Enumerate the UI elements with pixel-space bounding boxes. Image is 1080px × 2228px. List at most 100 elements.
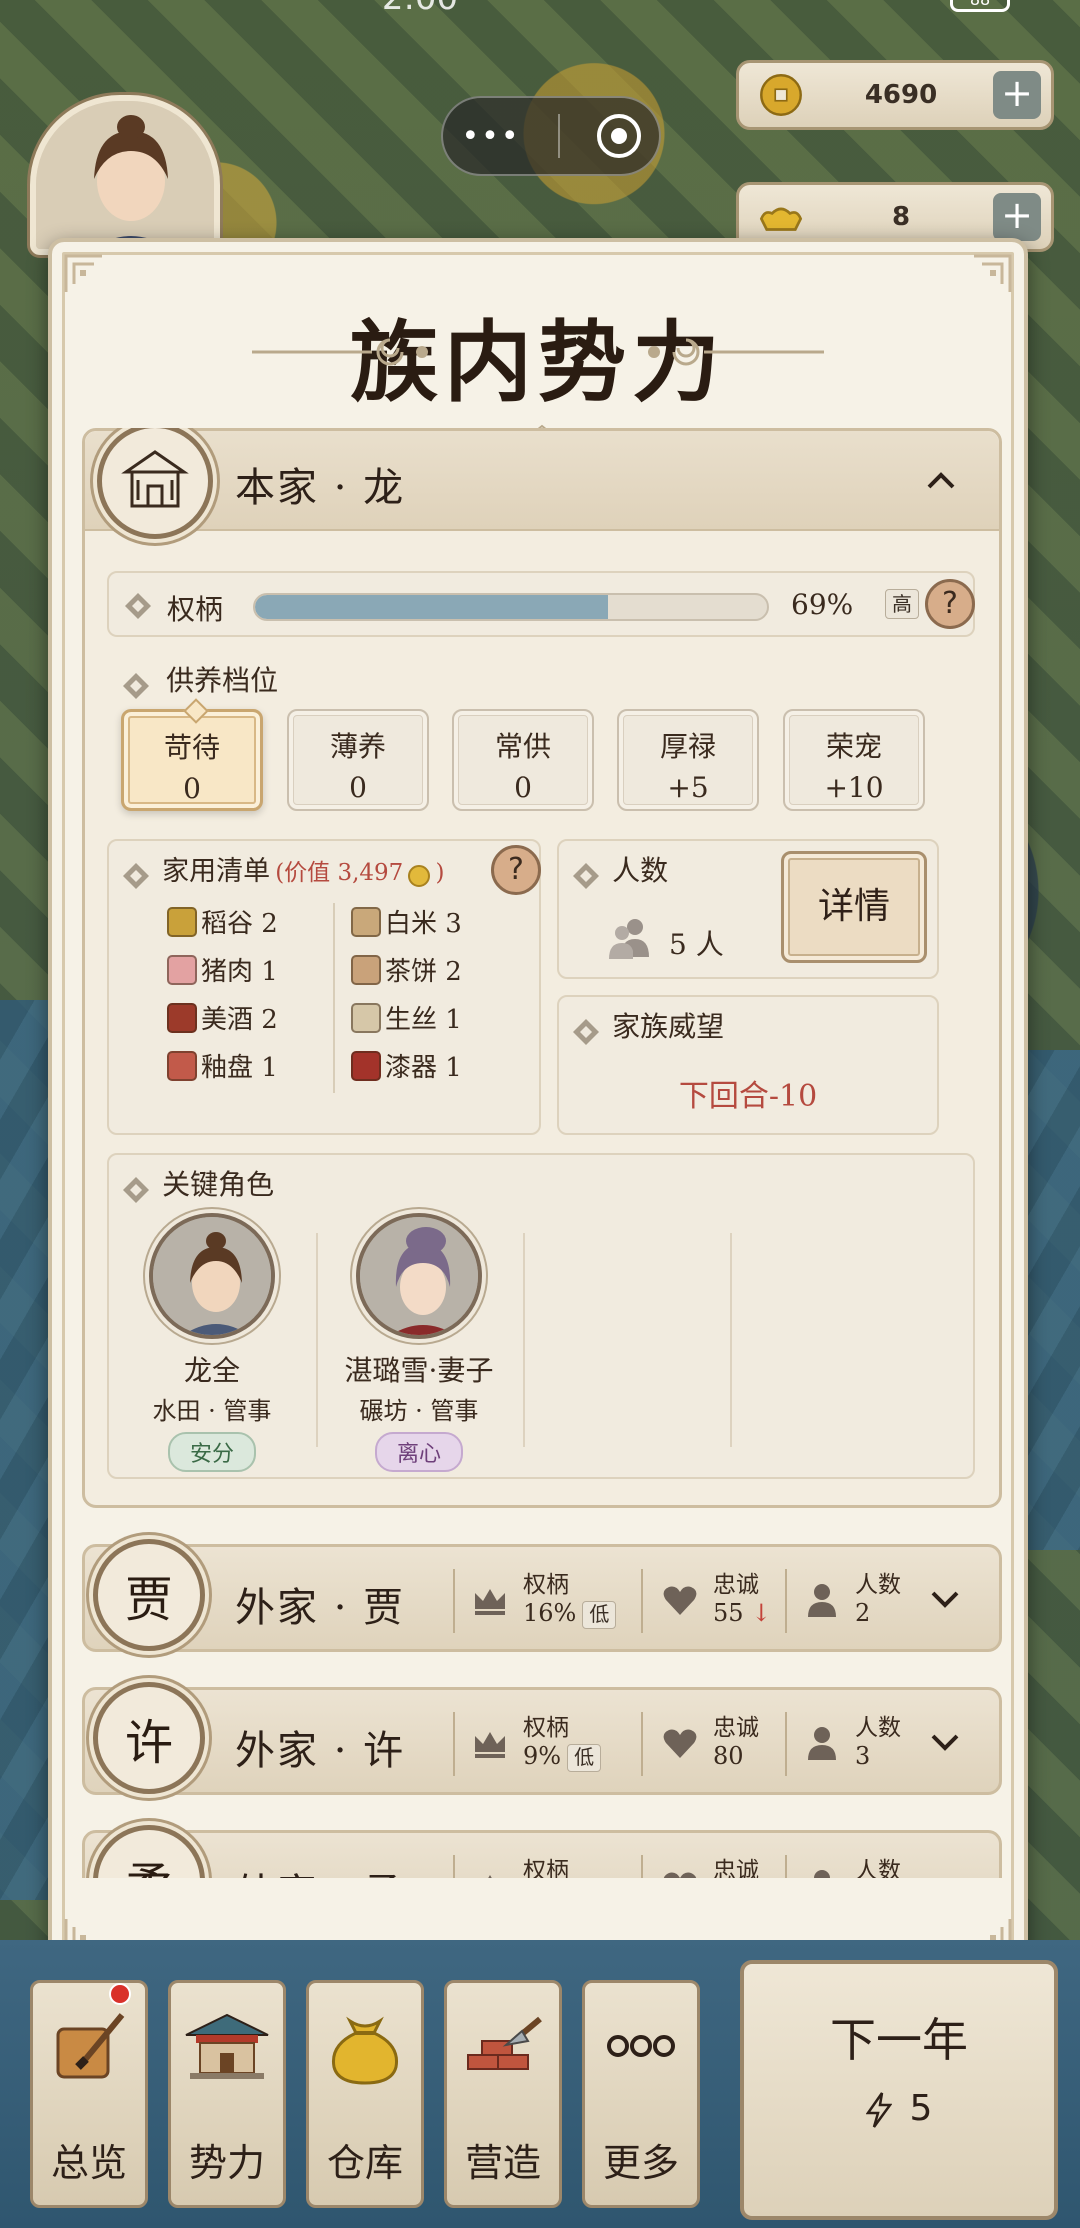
list-item: 白米 3 [351, 903, 462, 940]
stat-value: 16% 低 [523, 1599, 617, 1629]
more-menu-button[interactable]: ••• [461, 119, 520, 154]
expand-chevron-down-icon[interactable] [925, 1579, 965, 1619]
tier-name: 常供 [494, 730, 551, 763]
tier-name: 荣宠 [825, 730, 882, 763]
nav-build-button[interactable]: 营造 [444, 1980, 562, 2208]
nav-power-button[interactable]: 势力 [168, 1980, 286, 2208]
household-label: 家用清单 [162, 856, 271, 887]
household-help-button[interactable]: ? [491, 845, 541, 895]
tier-option-regular[interactable]: 常供 0 [452, 709, 594, 811]
clan-name: 外家 · 柔 [235, 1861, 405, 1878]
stat-label: 权柄 [523, 1572, 569, 1598]
divider [453, 1569, 455, 1633]
clan-emblem: 许 [93, 1682, 205, 1794]
divider [785, 1855, 787, 1878]
tier-option-generous[interactable]: 厚禄 +5 [617, 709, 759, 811]
divider [641, 1855, 643, 1878]
divider [453, 1855, 455, 1878]
household-worth: (价值 3,497 [275, 860, 404, 886]
support-tier-section: 供养档位 苛待 0 薄养 0 常供 0 厚禄 +5 荣宠 +10 [107, 653, 975, 819]
item-label: 生丝 1 [385, 1005, 462, 1035]
role-name: 湛璐雪·妻子 [344, 1354, 494, 1387]
nav-overview-button[interactable]: 总览 [30, 1980, 148, 2208]
role-job: 水田 · 管事 [152, 1397, 272, 1425]
loyalty-value: 80 [713, 1742, 744, 1770]
item-label: 漆器 1 [385, 1053, 462, 1083]
palace-icon [182, 2001, 272, 2091]
main-clan-header[interactable]: 本家 · 龙 [85, 428, 999, 539]
crown-icon [475, 1589, 505, 1615]
clan-emblem-char: 柔 [125, 1846, 173, 1878]
divider [641, 1569, 643, 1633]
nav-more-button[interactable]: 更多 [582, 1980, 700, 2208]
role-avatar [356, 1213, 482, 1339]
authority-progress-bar [253, 593, 769, 621]
gold-ingot-value: 8 [891, 202, 911, 232]
support-tier-label: 供养档位 [166, 664, 279, 697]
diamond-bullet-icon [121, 671, 151, 701]
nav-label: 更多 [602, 2141, 679, 2185]
tier-option-meager[interactable]: 薄养 0 [287, 709, 429, 811]
copper-coin-icon [753, 67, 809, 123]
divider [641, 1712, 643, 1776]
tier-value: +10 [824, 771, 884, 804]
list-item: 漆器 1 [351, 1047, 462, 1084]
item-label: 稻谷 2 [201, 909, 278, 939]
role-divider [730, 1233, 732, 1447]
diamond-bullet-icon [121, 1175, 151, 1205]
stat-label: 权柄 [523, 1715, 569, 1741]
copper-coin-resource: 4690 + [736, 60, 1054, 130]
pork-icon [167, 954, 197, 985]
stat-label: 忠诚 [713, 1715, 759, 1741]
raw-silk-icon [351, 1002, 381, 1033]
stat-value: 9% 低 [523, 1742, 602, 1772]
role-card[interactable]: 龙全 水田 · 管事 安分 [109, 1213, 315, 1472]
nav-label: 仓库 [326, 2141, 403, 2185]
nav-warehouse-button[interactable]: 仓库 [306, 1980, 424, 2208]
role-card[interactable]: 湛璐雪·妻子 碾坊 · 管事 离心 [316, 1213, 522, 1472]
item-label: 釉盘 1 [201, 1053, 278, 1083]
add-coin-button[interactable]: + [993, 71, 1041, 119]
lacquerware-icon [351, 1050, 381, 1081]
main-clan-name: 本家 · 龙 [235, 465, 406, 511]
expand-chevron-down-icon[interactable] [925, 1722, 965, 1762]
clan-power-panel: 族内势力 本家 · 龙 权柄 69% 高 ? 供养档位 苛待 0 薄养 0 常供… [48, 238, 1028, 1973]
next-year-cost: 5 [744, 2088, 1054, 2129]
add-ingot-button[interactable]: + [993, 193, 1041, 241]
gold-ingot-icon [753, 189, 809, 245]
list-item: 稻谷 2 [167, 903, 278, 940]
outer-clan-row-xu[interactable]: 许 外家 · 许 权柄 9% 低 忠诚 80 人数 3 [82, 1682, 1002, 1795]
household-list: 家用清单 (价值 3,497 ) ? 稻谷 2 白米 3 猪肉 1 茶饼 2 美… [107, 839, 541, 1135]
stat-label: 人数 [855, 1572, 901, 1598]
item-label: 猪肉 1 [201, 957, 278, 987]
tier-name: 薄养 [329, 730, 386, 763]
diamond-bullet-icon [571, 861, 601, 891]
next-year-cost-value: 5 [909, 2088, 933, 2129]
authority-level-badge: 低 [567, 1744, 602, 1772]
outer-clan-row-jia[interactable]: 贾 外家 · 贾 权柄 16% 低 忠诚 55 ↓ 人数 2 [82, 1539, 1002, 1652]
diamond-bullet-icon [571, 1017, 601, 1047]
authority-value: 16% [523, 1599, 577, 1627]
outer-clan-row-partial[interactable]: 柔 外家 · 柔 权柄 忠诚 人数 [82, 1825, 1002, 1878]
money-bag-icon [320, 2001, 410, 2091]
tier-value: 0 [514, 771, 532, 804]
status-time: 2:00 [360, 0, 480, 18]
tier-option-harsh[interactable]: 苛待 0 [121, 709, 263, 811]
tier-option-honored[interactable]: 荣宠 +10 [783, 709, 925, 811]
authority-help-button[interactable]: ? [925, 579, 975, 629]
close-target-icon[interactable] [596, 114, 641, 158]
detail-button[interactable]: 详情 [781, 851, 927, 963]
stat-label: 人数 [855, 1858, 901, 1878]
key-roles-header: 关键角色 [121, 1163, 274, 1205]
household-worth-close: ) [435, 860, 445, 886]
mini-program-capsule: ••• [441, 96, 661, 176]
collapse-chevron-up-icon[interactable] [921, 461, 961, 501]
next-year-button[interactable]: 下一年 5 [740, 1960, 1058, 2220]
tier-name: 厚禄 [659, 730, 716, 763]
household-items: 稻谷 2 白米 3 猪肉 1 茶饼 2 美酒 2 生丝 1 釉盘 1 漆器 1 [167, 903, 507, 1095]
family-prestige-box: 家族威望 下回合-10 [557, 995, 939, 1135]
player-avatar[interactable] [30, 95, 220, 255]
stat-label: 人数 [855, 1715, 901, 1741]
heart-icon [663, 1586, 697, 1615]
clan-list-scroll[interactable]: 本家 · 龙 权柄 69% 高 ? 供养档位 苛待 0 薄养 0 常供 0 厚禄… [82, 428, 1002, 1878]
